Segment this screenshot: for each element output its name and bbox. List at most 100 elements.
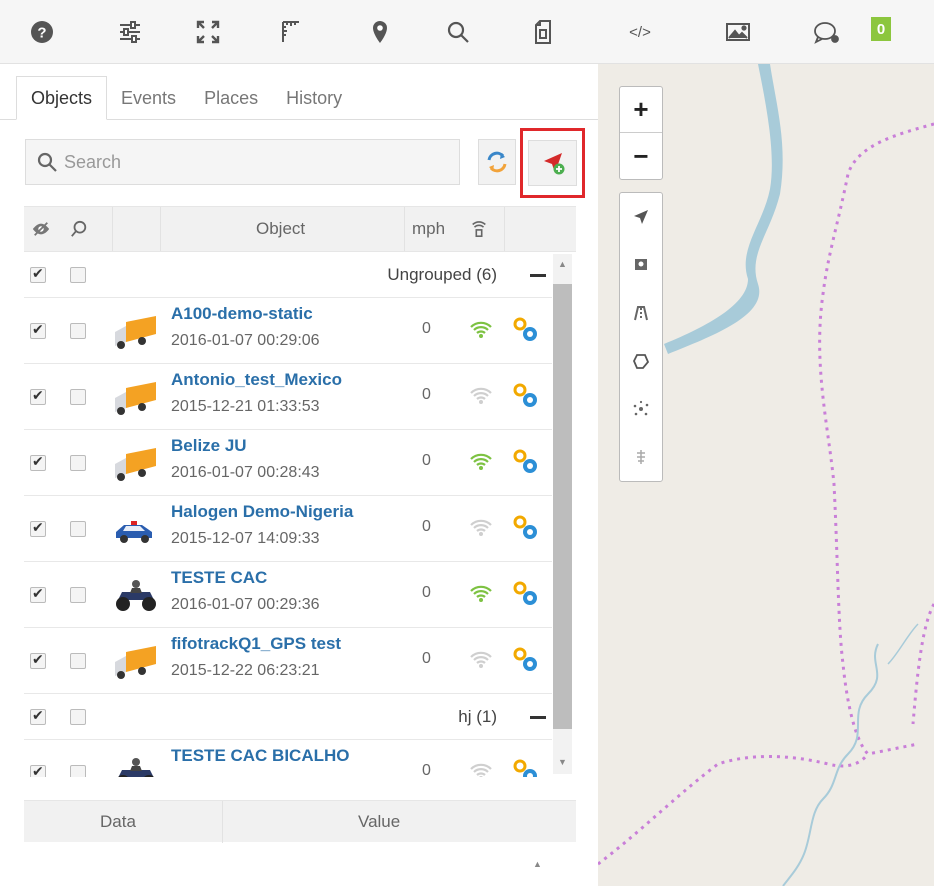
tab-objects[interactable]: Objects [16,76,108,120]
help-icon[interactable]: ? [22,12,62,52]
navigate-icon[interactable] [620,193,662,241]
object-time: 2016-01-07 00:29:36 [171,596,320,613]
object-row[interactable]: TESTE CAC BICALHO 0 [24,740,552,777]
signal-online-icon [470,321,492,338]
group-row[interactable]: hj (1) [24,694,552,740]
tab-events[interactable]: Events [107,76,190,120]
atv-icon [116,580,156,611]
fullscreen-icon[interactable] [188,12,228,52]
group-follow-checkbox[interactable] [70,709,86,725]
object-row[interactable]: fifotrackQ1_GPS test 2015-12-22 06:23:21… [24,628,552,694]
document-icon[interactable] [524,12,564,52]
details-scroll-up-arrow[interactable]: ▲ [528,856,547,872]
object-speed: 0 [422,762,431,777]
object-name[interactable]: TESTE CAC BICALHO [171,746,350,766]
marker-icon[interactable] [360,12,400,52]
scroll-down-arrow[interactable]: ▼ [553,754,572,770]
object-settings-icon[interactable] [512,580,540,608]
object-follow-checkbox[interactable] [70,653,86,669]
scroll-up-arrow[interactable]: ▲ [553,256,572,272]
object-visible-checkbox[interactable] [30,651,46,669]
list-scroll-thumb[interactable] [553,284,572,729]
object-name[interactable]: Halogen Demo-Nigeria [171,502,353,522]
group-follow-checkbox[interactable] [70,267,86,283]
object-follow-checkbox[interactable] [70,455,86,471]
signal-offline-icon [470,651,492,668]
tab-history[interactable]: History [272,76,356,120]
signal-offline-icon [470,519,492,536]
object-follow-checkbox[interactable] [70,521,86,537]
object-follow-checkbox[interactable] [70,323,86,339]
search-input[interactable]: Search [25,139,460,185]
object-speed: 0 [422,452,431,469]
speed-column-header[interactable]: mph [412,207,445,251]
value-column-header[interactable]: Value [358,812,400,832]
group-visible-checkbox[interactable] [30,707,46,725]
object-visible-checkbox[interactable] [30,453,46,471]
map-tools [619,192,663,482]
refresh-button[interactable] [478,139,516,185]
search-icon[interactable] [438,12,478,52]
object-speed: 0 [422,386,431,403]
object-settings-icon[interactable] [512,646,540,674]
objects-list: Ungrouped (6) A100-demo-static 2016-01-0… [24,252,576,777]
add-object-button[interactable] [520,128,585,198]
search-field-icon [37,152,57,172]
connection-column-icon[interactable] [470,207,488,251]
object-visible-checkbox[interactable] [30,519,46,537]
collapse-group-icon[interactable] [530,274,546,277]
cluster-icon[interactable] [620,385,662,433]
traffic-icon[interactable] [620,289,662,337]
object-name[interactable]: Belize JU [171,436,247,456]
object-name[interactable]: TESTE CAC [171,568,267,588]
group-name: Ungrouped (6) [387,265,497,284]
object-follow-checkbox[interactable] [70,587,86,603]
tab-places[interactable]: Places [190,76,272,120]
polygon-icon[interactable] [620,337,662,385]
object-settings-icon[interactable] [512,758,540,777]
object-follow-checkbox[interactable] [70,389,86,405]
object-column-header[interactable]: Object [256,207,305,251]
object-visible-checkbox[interactable] [30,585,46,603]
group-visible-checkbox[interactable] [30,265,46,283]
object-settings-icon[interactable] [512,316,540,344]
truck-icon [115,382,156,415]
object-row[interactable]: A100-demo-static 2016-01-07 00:29:06 0 [24,298,552,364]
object-visible-checkbox[interactable] [30,763,46,777]
search-placeholder: Search [64,151,122,172]
object-row[interactable]: Antonio_test_Mexico 2015-12-21 01:33:53 … [24,364,552,430]
object-row[interactable]: TESTE CAC 2016-01-07 00:29:36 0 [24,562,552,628]
street-view-icon[interactable] [620,241,662,289]
object-row[interactable]: Belize JU 2016-01-07 00:28:43 0 [24,430,552,496]
truck-icon [115,646,156,679]
object-visible-checkbox[interactable] [30,387,46,405]
pin-icon[interactable] [620,433,662,481]
object-settings-icon[interactable] [512,514,540,542]
settings-sliders-icon[interactable] [110,12,150,52]
ruler-icon[interactable] [270,12,310,52]
visibility-column-icon[interactable] [32,207,50,251]
object-name[interactable]: A100-demo-static [171,304,313,324]
top-toolbar: ? </> 0 [0,0,934,64]
map-view[interactable]: + − [598,64,934,886]
chat-icon[interactable] [806,12,846,52]
object-row[interactable]: Halogen Demo-Nigeria 2015-12-07 14:09:33… [24,496,552,562]
refresh-icon [487,151,507,173]
object-settings-icon[interactable] [512,448,540,476]
code-icon[interactable]: </> [620,12,660,52]
object-name[interactable]: Antonio_test_Mexico [171,370,342,390]
panel-tabs: Objects Events Places History [16,76,356,120]
collapse-group-icon[interactable] [530,716,546,719]
group-row[interactable]: Ungrouped (6) [24,252,552,298]
zoom-in-button[interactable]: + [620,87,662,133]
object-follow-checkbox[interactable] [70,765,86,777]
data-column-header[interactable]: Data [100,812,136,832]
object-name[interactable]: fifotrackQ1_GPS test [171,634,341,654]
image-icon[interactable] [718,12,758,52]
object-speed: 0 [422,320,431,337]
object-visible-checkbox[interactable] [30,321,46,339]
follow-column-icon[interactable] [70,207,88,251]
zoom-out-button[interactable]: − [620,133,662,179]
atv-icon [118,758,154,777]
object-settings-icon[interactable] [512,382,540,410]
